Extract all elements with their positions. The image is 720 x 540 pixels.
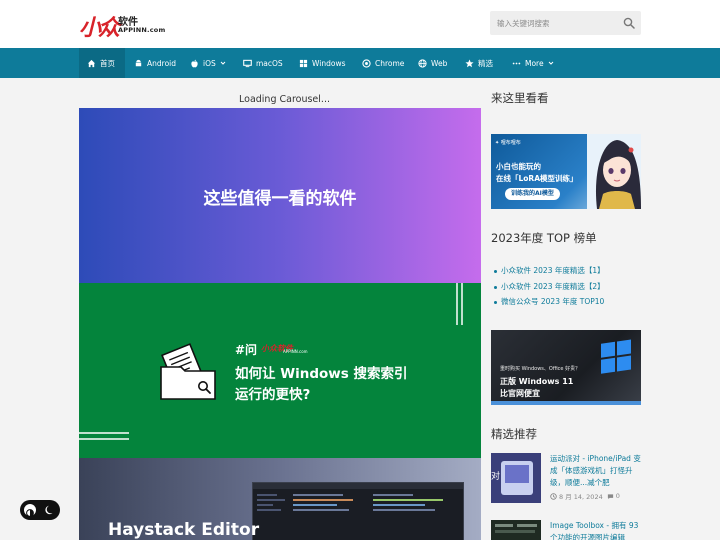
- logo-en: APPINN.com: [118, 26, 166, 34]
- banner-line2: 比官网便宜: [500, 389, 540, 398]
- svg-text:对: 对: [491, 470, 500, 482]
- nav-label: 首页: [100, 58, 115, 68]
- decorative-lines: [79, 432, 129, 440]
- dark-mode-toggle[interactable]: [20, 500, 60, 520]
- recommended-item[interactable]: Image Toolbox - 拥有 93 个功能的开源图片编辑: [491, 520, 641, 540]
- home-icon: [87, 59, 96, 67]
- top-list-item[interactable]: 微信公众号 2023 年度 TOP10: [491, 297, 641, 313]
- nav-label: Chrome: [375, 58, 405, 68]
- slide-tag: #问: [235, 343, 258, 357]
- site-logo[interactable]: 小众 软件 APPINN.com: [79, 10, 179, 41]
- clock-icon: [550, 492, 557, 500]
- dots-icon: [512, 62, 521, 64]
- sidebar-section-title: 来这里看看: [491, 91, 549, 105]
- moon-icon: [45, 505, 53, 515]
- nav-label: macOS: [256, 58, 283, 68]
- top-list-item[interactable]: 小众软件 2023 年度精选【1】: [491, 266, 641, 282]
- banner-cta: 训练我的AI模型: [505, 188, 560, 200]
- recommended-comments: 0: [615, 492, 620, 500]
- slide-title-line2: 运行的更快?: [235, 387, 311, 403]
- carousel-slide-windows-search[interactable]: #问 小众软件 APPINN.com 如何让 Windows 搜索索引 运行的更…: [79, 283, 481, 458]
- ad-banner-windows[interactable]: 重时购买 Windows、Office 好贵？ 正版 Windows 11 比官…: [491, 330, 641, 405]
- banner-brand: ✦ 哩布哩布: [495, 140, 521, 146]
- slide-title: Haystack Editor: [108, 520, 260, 540]
- recommended-thumbnail[interactable]: 对: [491, 453, 541, 503]
- globe-icon: [418, 58, 427, 68]
- sidebar-section-title: 2023年度 TOP 榜单: [491, 231, 597, 245]
- ad-banner-lora[interactable]: ✦ 哩布哩布 小白也能玩的 在线「LoRA模型训练」 训练我的AI模型: [491, 134, 641, 209]
- banner-line1: 正版 Windows 11: [500, 377, 574, 386]
- search-box: [490, 11, 641, 35]
- nav-label: Web: [431, 58, 448, 68]
- nav-label: More: [525, 58, 544, 68]
- nav-label: iOS: [203, 58, 216, 68]
- sidebar-section-title: 精选推荐: [491, 427, 537, 441]
- recommended-thumbnail[interactable]: [491, 520, 541, 540]
- recommended-meta: 8 月 14, 2024 0: [550, 491, 620, 501]
- nav-item-windows[interactable]: Windows: [299, 48, 345, 78]
- nav-item-chrome[interactable]: Chrome: [362, 48, 404, 78]
- monitor-icon: [243, 59, 252, 67]
- chevron-down-icon: [548, 61, 553, 65]
- banner-small-text: 重时购买 Windows、Office 好贵？: [500, 366, 581, 372]
- nav-item-macos[interactable]: macOS: [243, 48, 283, 78]
- recommended-date: 8 月 14, 2024: [559, 493, 603, 501]
- carousel-slide-software[interactable]: 这些值得一看的软件: [79, 108, 481, 283]
- banner-line2: 在线「LoRA模型训练」: [496, 174, 578, 183]
- light-mode-icon: [24, 504, 36, 517]
- nav-item-home[interactable]: 首页: [79, 48, 125, 78]
- chrome-icon: [362, 58, 371, 68]
- top-list: 小众软件 2023 年度精选【1】 小众软件 2023 年度精选【2】 微信公众…: [491, 266, 641, 313]
- editor-screenshot: [252, 482, 464, 540]
- anime-girl-illustration: [587, 134, 641, 209]
- carousel-slide-haystack[interactable]: Haystack Editor: [79, 458, 481, 540]
- nav-item-web[interactable]: Web: [418, 48, 447, 78]
- star-icon: [465, 59, 474, 67]
- nav-item-more[interactable]: More: [512, 48, 554, 78]
- recommended-item[interactable]: 对 运动派对 - iPhone/iPad 变成「体感游戏机」打怪升级，顺便...…: [491, 453, 641, 513]
- slide-title: 这些值得一看的软件: [203, 189, 357, 209]
- nav-label: 精选: [478, 58, 493, 68]
- apple-icon: [191, 59, 198, 67]
- windows-icon: [299, 59, 308, 67]
- nav-item-android[interactable]: Android: [134, 48, 176, 78]
- carousel-loading-text: Loading Carousel...: [239, 94, 330, 105]
- main-nav: 首页 Android iOS macOS Windows Chrome Web …: [0, 48, 720, 78]
- nav-item-ios[interactable]: iOS: [190, 48, 226, 78]
- comment-icon: [607, 493, 613, 499]
- decorative-lines: [456, 283, 463, 325]
- nav-item-featured[interactable]: 精选: [465, 48, 493, 78]
- recommended-title[interactable]: 运动派对 - iPhone/iPad 变成「体感游戏机」打怪升级，顺便...减个…: [550, 453, 644, 489]
- android-icon: [135, 59, 142, 66]
- recommended-title[interactable]: Image Toolbox - 拥有 93 个功能的开源图片编辑: [550, 520, 644, 540]
- document-search-icon: [160, 343, 216, 400]
- chevron-down-icon: [220, 61, 226, 65]
- search-input[interactable]: [490, 11, 618, 35]
- slide-brand-en: APPINN.com: [283, 349, 308, 354]
- banner-line1: 小白也能玩的: [496, 162, 541, 171]
- logo-mark: 小众: [79, 16, 120, 41]
- slide-title-line1: 如何让 Windows 搜索索引: [235, 366, 408, 382]
- nav-label: Windows: [312, 58, 346, 68]
- site-header: 小众 软件 APPINN.com: [0, 0, 720, 48]
- search-icon[interactable]: [623, 17, 635, 29]
- windows-logo-icon: [601, 339, 631, 374]
- nav-label: Android: [147, 58, 176, 68]
- top-list-item[interactable]: 小众软件 2023 年度精选【2】: [491, 282, 641, 298]
